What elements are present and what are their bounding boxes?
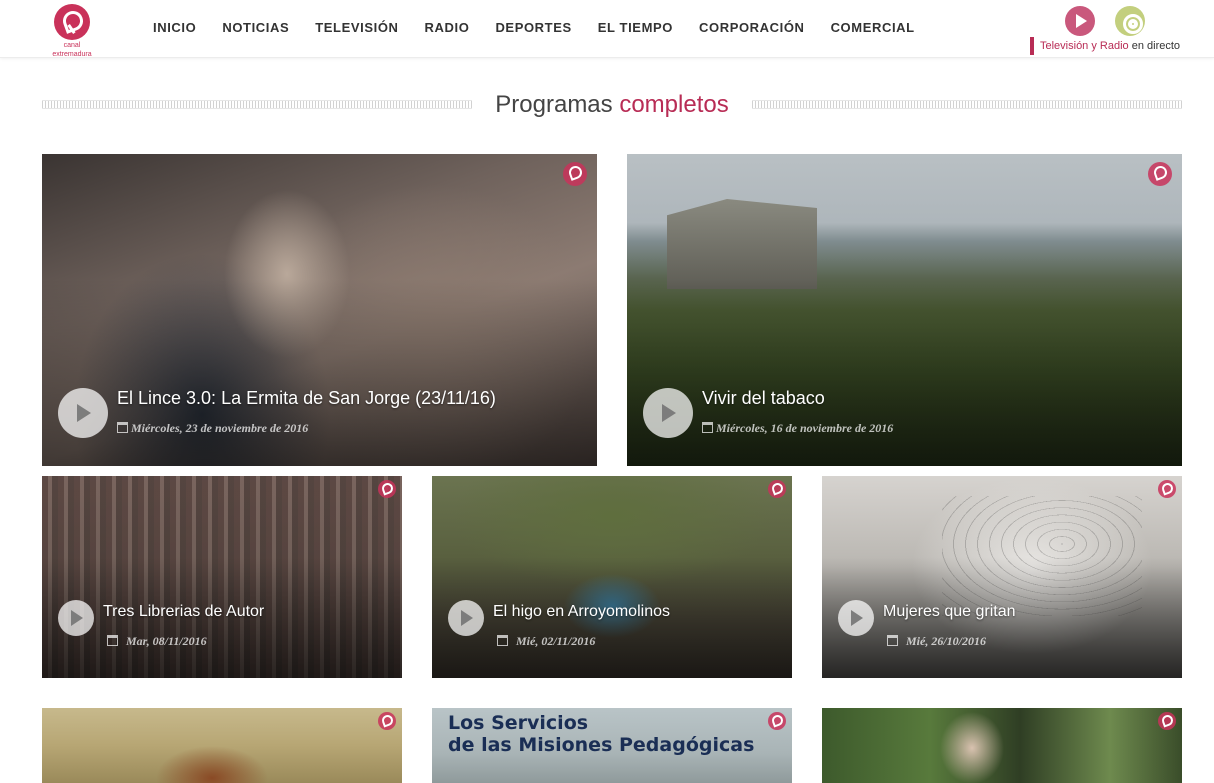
channel-watermark-icon [768, 712, 786, 730]
program-date: Miércoles, 23 de noviembre de 2016 [117, 420, 308, 436]
nav-item-television[interactable]: TELEVISIÓN [302, 20, 411, 36]
channel-watermark-icon [1148, 162, 1172, 186]
channel-watermark-icon [378, 712, 396, 730]
calendar-icon [497, 635, 508, 646]
channel-watermark-icon [1158, 480, 1176, 498]
poster-text: Los Servicios de las Misiones Pedagógica… [448, 712, 754, 756]
program-card[interactable]: Tres Librerias de Autor Mar, 08/11/2016 [42, 476, 402, 678]
section-title-part1: Programas [495, 91, 620, 118]
program-title[interactable]: Tres Librerias de Autor [103, 601, 264, 623]
program-title[interactable]: El higo en Arroyomolinos [493, 601, 670, 623]
canal-extremadura-logo[interactable]: canal extremadura [48, 4, 96, 58]
nav-item-el-tiempo[interactable]: EL TIEMPO [585, 20, 686, 36]
barn-shape [667, 199, 817, 289]
decorative-stripe-left [42, 100, 472, 109]
program-date: Miércoles, 16 de noviembre de 2016 [702, 420, 893, 436]
program-date: Mar, 08/11/2016 [107, 633, 207, 649]
program-title[interactable]: Mujeres que gritan [883, 601, 1016, 623]
program-date: Mié, 26/10/2016 [887, 633, 986, 649]
play-icon[interactable] [643, 388, 693, 438]
program-date-text: Miércoles, 16 de noviembre de 2016 [716, 421, 894, 435]
program-date-text: Mar, 08/11/2016 [126, 634, 207, 648]
caption-gradient [627, 278, 1182, 466]
calendar-icon [702, 422, 713, 433]
calendar-icon [107, 635, 118, 646]
program-thumbnail [42, 708, 402, 783]
play-circle-icon[interactable] [1065, 6, 1095, 36]
program-card[interactable] [42, 708, 402, 783]
live-label-accent: Televisión y Radio [1040, 40, 1129, 52]
channel-watermark-icon [378, 480, 396, 498]
program-date-text: Miércoles, 23 de noviembre de 2016 [131, 421, 309, 435]
program-card[interactable]: El higo en Arroyomolinos Mié, 02/11/2016 [432, 476, 792, 678]
live-broadcast: Televisión y Radio en directo [1030, 6, 1190, 56]
program-date: Mié, 02/11/2016 [497, 633, 595, 649]
nav-item-radio[interactable]: RADIO [412, 20, 483, 36]
poster-text-line2: de las Misiones Pedagógicas [448, 734, 755, 756]
nav-item-comercial[interactable]: COMERCIAL [818, 20, 928, 36]
program-thumbnail [822, 708, 1182, 783]
channel-watermark-icon [768, 480, 786, 498]
logo-icon [54, 4, 90, 40]
program-date-text: Mié, 02/11/2016 [516, 634, 596, 648]
nav-item-noticias[interactable]: NOTICIAS [209, 20, 302, 36]
play-icon[interactable] [448, 600, 484, 636]
live-label-rest: en directo [1128, 40, 1181, 52]
program-card[interactable]: El Lince 3.0: La Ermita de San Jorge (23… [42, 154, 597, 466]
nav-item-deportes[interactable]: DEPORTES [482, 20, 584, 36]
poster-text-line1: Los Servicios [448, 712, 589, 734]
decorative-stripe-right [752, 100, 1182, 109]
play-icon[interactable] [58, 388, 108, 438]
play-icon[interactable] [58, 600, 94, 636]
program-card[interactable]: Los Servicios de las Misiones Pedagógica… [432, 708, 792, 783]
channel-watermark-icon [1158, 712, 1176, 730]
logo-text-line2: extremadura [52, 51, 92, 58]
program-card[interactable]: Mujeres que gritan Mié, 26/10/2016 [822, 476, 1182, 678]
nav-item-inicio[interactable]: INICIO [140, 20, 209, 36]
play-icon[interactable] [838, 600, 874, 636]
program-title[interactable]: Vivir del tabaco [702, 386, 825, 410]
channel-watermark-icon [563, 162, 587, 186]
program-card[interactable]: Vivir del tabaco Miércoles, 16 de noviem… [627, 154, 1182, 466]
program-card[interactable] [822, 708, 1182, 783]
live-label[interactable]: Televisión y Radio en directo [1030, 37, 1180, 55]
section-heading: Programas completos [42, 88, 1182, 124]
program-date-text: Mié, 26/10/2016 [906, 634, 986, 648]
program-title[interactable]: El Lince 3.0: La Ermita de San Jorge (23… [117, 386, 496, 410]
site-header: canal extremadura INICIO NOTICIAS TELEVI… [0, 0, 1214, 58]
logo-text-line1: canal [63, 42, 81, 49]
caption-gradient [42, 278, 597, 466]
radio-target-icon[interactable] [1115, 6, 1145, 36]
section-title-part2: completos [619, 91, 729, 118]
main-nav: INICIO NOTICIAS TELEVISIÓN RADIO DEPORTE… [140, 20, 928, 36]
section-title: Programas completos [472, 88, 752, 122]
nav-item-corporacion[interactable]: CORPORACIÓN [686, 20, 818, 36]
calendar-icon [887, 635, 898, 646]
calendar-icon [117, 422, 128, 433]
